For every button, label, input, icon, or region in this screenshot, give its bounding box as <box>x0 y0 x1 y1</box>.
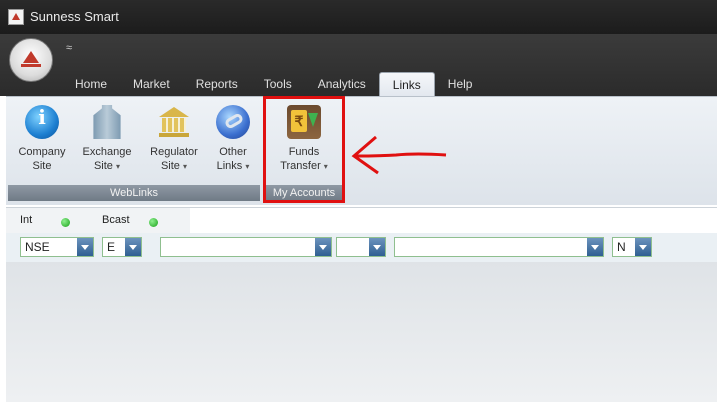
bcast-status-led-icon <box>149 218 158 227</box>
int-status-label: Int <box>20 214 33 226</box>
arrow-annotation-icon <box>351 135 447 175</box>
dropdown-arrow-icon[interactable] <box>587 238 603 256</box>
globe-link-icon <box>216 105 250 139</box>
ribbon-header: ≈ Home Market Reports Tools Analytics Li… <box>0 34 717 96</box>
series-select[interactable] <box>336 237 386 257</box>
dropdown-arrow-icon[interactable] <box>77 238 93 256</box>
tab-links[interactable]: Links <box>378 72 435 96</box>
info-icon <box>25 105 59 139</box>
dropdown-arrow-icon[interactable] <box>635 238 651 256</box>
bcast-status-label: Bcast <box>102 214 130 226</box>
tab-help[interactable]: Help <box>435 72 486 96</box>
tab-home[interactable]: Home <box>62 72 120 96</box>
chevron-down-icon: ▾ <box>116 162 121 171</box>
quick-access-toolbar[interactable]: ≈ <box>66 42 72 54</box>
tab-analytics[interactable]: Analytics <box>305 72 379 96</box>
other-links-button[interactable]: Other Links ▾ <box>208 105 258 174</box>
title-bar: Sunness Smart <box>0 0 717 34</box>
chevron-down-icon: ▾ <box>183 162 188 171</box>
tab-market[interactable]: Market <box>120 72 183 96</box>
window-title: Sunness Smart <box>30 9 119 24</box>
exchange-site-button[interactable]: Exchange Site ▾ <box>76 105 138 174</box>
ribbon-tabs: Home Market Reports Tools Analytics Link… <box>62 72 485 96</box>
app-logo-icon <box>8 9 24 25</box>
weblinks-group-label: WebLinks <box>8 185 260 201</box>
exchange-building-icon <box>93 105 121 139</box>
chevron-down-icon: ▾ <box>245 162 250 171</box>
market-watch-area[interactable] <box>6 262 717 402</box>
option-select[interactable]: N <box>612 237 652 257</box>
dropdown-arrow-icon[interactable] <box>315 238 331 256</box>
instrument-select[interactable] <box>160 237 332 257</box>
app-window: Sunness Smart ≈ Home Market Reports Tool… <box>0 0 717 402</box>
brand-logo-icon <box>23 51 39 63</box>
connection-status-bar: Int Bcast <box>6 207 717 234</box>
exchange-select[interactable]: NSE <box>20 237 94 257</box>
regulator-building-icon <box>157 105 191 139</box>
market-filter-bar: NSE E N <box>6 233 717 262</box>
highlight-box <box>263 96 345 203</box>
int-status-led-icon <box>61 218 70 227</box>
company-site-button[interactable]: Company Site <box>14 105 70 173</box>
application-menu-button[interactable] <box>9 38 53 82</box>
dropdown-arrow-icon[interactable] <box>369 238 385 256</box>
weblinks-group: Company Site Exchange Site ▾ Regulator S… <box>8 101 260 201</box>
regulator-site-button[interactable]: Regulator Site ▾ <box>142 105 206 174</box>
tab-reports[interactable]: Reports <box>183 72 251 96</box>
segment-select[interactable]: E <box>102 237 142 257</box>
tab-tools[interactable]: Tools <box>251 72 305 96</box>
dropdown-arrow-icon[interactable] <box>125 238 141 256</box>
symbol-select[interactable] <box>394 237 604 257</box>
